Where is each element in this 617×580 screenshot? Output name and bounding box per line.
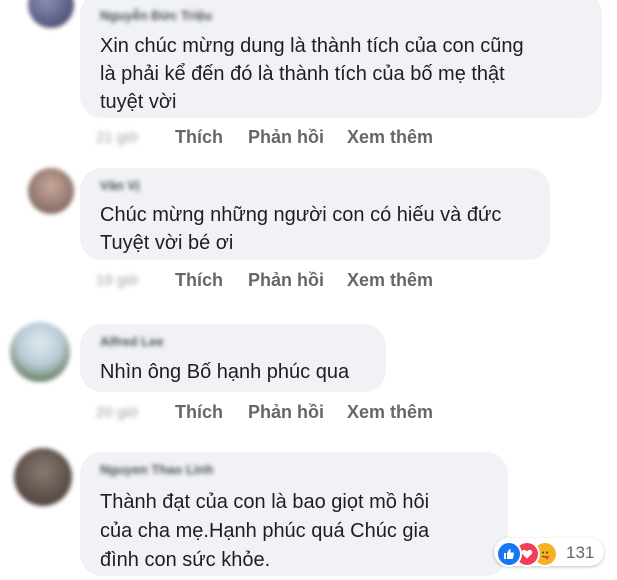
comment-author[interactable]: Nguyen Thao Linh [100, 462, 213, 477]
like-link[interactable]: Thích [175, 270, 223, 291]
like-icon [496, 541, 522, 567]
comment-text: Chúc mừng những người con có hiếu và đức… [100, 201, 501, 257]
reply-link[interactable]: Phản hồi [248, 270, 324, 291]
avatar[interactable] [28, 0, 74, 28]
comment-bubble: Nguyễn Đức Triệu Xin chúc mừng dung là t… [80, 0, 602, 118]
reaction-summary[interactable]: 131 [494, 538, 604, 567]
comment-bubble: Alfred Lee Nhìn ông Bố hạnh phúc qua [80, 324, 386, 392]
comment-text-line: Chúc mừng những người con có hiếu và đức [100, 204, 502, 226]
comment-timestamp[interactable]: 21 giờ [96, 129, 138, 146]
comment-bubble: Văn Vị Chúc mừng những người con có hiếu… [80, 168, 550, 260]
comment-bubble: Nguyen Thao Linh Thành đạt của con là ba… [80, 452, 508, 576]
avatar[interactable] [14, 448, 72, 506]
comment-text: Xin chúc mừng dung là thành tích của con… [100, 32, 524, 116]
comment-text-line: Nhìn ông Bố hạnh phúc qua [100, 361, 350, 383]
comment-actions: 19 giờ Thích Phản hồi Xem thêm [96, 270, 496, 294]
comment-text-line: của cha mẹ.Hạnh phúc quá Chúc gia [100, 520, 430, 542]
comment-text-line: Thành đạt của con là bao giọt mồ hôi [100, 491, 430, 513]
comment-author[interactable]: Văn Vị [100, 178, 140, 193]
comment-author[interactable]: Nguyễn Đức Triệu [100, 8, 212, 23]
like-link[interactable]: Thích [175, 402, 223, 423]
like-link[interactable]: Thích [175, 127, 223, 148]
see-more-link[interactable]: Xem thêm [347, 270, 433, 291]
reply-link[interactable]: Phản hồi [248, 127, 324, 148]
comment-text-line: đình con sức khỏe. [100, 549, 271, 571]
comment-actions: 21 giờ Thích Phản hồi Xem thêm [96, 127, 496, 151]
reply-link[interactable]: Phản hồi [248, 402, 324, 423]
avatar[interactable] [10, 322, 70, 382]
avatar[interactable] [28, 168, 74, 214]
comment-timestamp[interactable]: 20 giờ [96, 404, 138, 421]
comment-text-line: Tuyệt vời bé ơi [100, 232, 234, 254]
comment-text: Thành đạt của con là bao giọt mồ hôi của… [100, 488, 429, 575]
comment-text-line: tuyệt vời [100, 91, 177, 113]
comment-text: Nhìn ông Bố hạnh phúc qua [100, 358, 349, 386]
reaction-count: 131 [566, 543, 595, 562]
comment-actions: 20 giờ Thích Phản hồi Xem thêm [96, 402, 496, 426]
comment-text-line: Xin chúc mừng dung là thành tích của con… [100, 35, 524, 57]
comment-text-line: là phải kể đến đó là thành tích của bố m… [100, 63, 505, 85]
see-more-link[interactable]: Xem thêm [347, 402, 433, 423]
comment-author[interactable]: Alfred Lee [100, 334, 164, 349]
see-more-link[interactable]: Xem thêm [347, 127, 433, 148]
comment-timestamp[interactable]: 19 giờ [96, 272, 138, 289]
